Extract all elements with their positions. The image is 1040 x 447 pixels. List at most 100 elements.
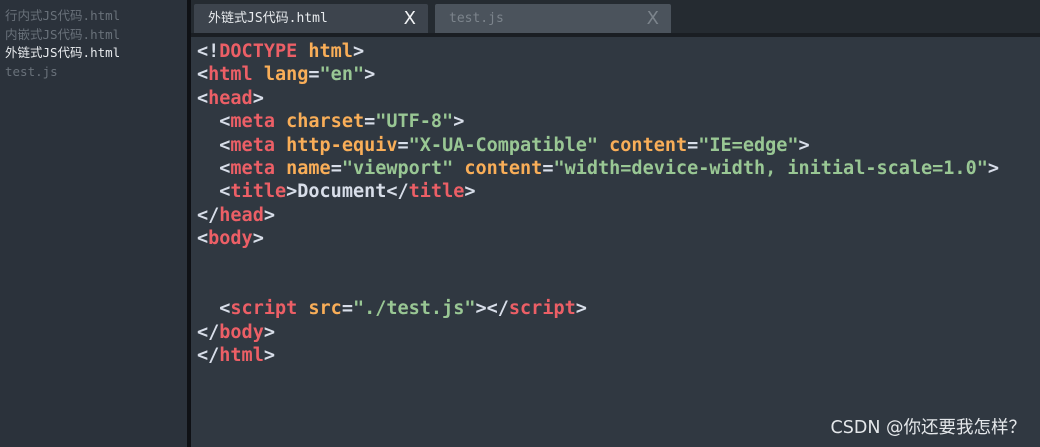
close-icon[interactable]: X (647, 4, 659, 33)
code-token: < (197, 87, 209, 109)
sidebar-file-item[interactable]: test.js (5, 63, 120, 82)
code-token: "UTF-8" (375, 111, 454, 133)
file-list: 行内式JS代码.html 内嵌式JS代码.html 外链式JS代码.html t… (5, 7, 120, 81)
code-line: <meta charset="UTF-8"> (197, 110, 999, 133)
code-token: < (197, 298, 231, 320)
code-line: </head> (197, 204, 999, 227)
code-token: = (397, 134, 409, 156)
code-token: > (798, 134, 810, 156)
code-token: content (609, 134, 688, 156)
code-token: < (197, 157, 231, 179)
code-token: = (687, 134, 699, 156)
code-token: = (341, 298, 353, 320)
code-token: "viewport" (341, 157, 454, 179)
tab-bar: 外链式JS代码.html X test.js X (191, 0, 1040, 33)
code-token: script (508, 298, 576, 320)
tab-test-js[interactable]: test.js X (435, 4, 671, 33)
code-token: title (408, 181, 465, 203)
sidebar-file-item[interactable]: 内嵌式JS代码.html (5, 26, 120, 45)
code-line: <!DOCTYPE html> (197, 40, 999, 63)
code-line: </html> (197, 344, 999, 367)
code-token: DOCTYPE (219, 41, 298, 62)
code-token: > (252, 228, 264, 250)
code-token: "X-UA-Compatible" (408, 134, 599, 156)
code-token: > (352, 41, 365, 62)
code-token: > (263, 345, 275, 367)
code-token: <! (197, 41, 220, 62)
code-token: < (197, 228, 209, 250)
code-token: < (197, 64, 209, 86)
code-token: > (263, 204, 275, 226)
code-token: </ (386, 181, 409, 203)
code-token: http-equiv (286, 134, 398, 156)
watermark: CSDN @你还要我怎样？ (830, 418, 1026, 438)
code-token: body (219, 321, 264, 343)
code-token: = (364, 111, 376, 133)
code-token: name (286, 157, 331, 179)
code-token: = (308, 64, 320, 86)
code-token: > (464, 181, 476, 203)
sidebar-divider[interactable] (187, 0, 191, 447)
code-editor[interactable]: <!DOCTYPE html> <html lang="en"> <head> <m… (197, 40, 999, 367)
code-line: <meta name="viewport" content="width=dev… (197, 157, 999, 180)
code-token: ></ (475, 298, 509, 320)
code-token: meta (230, 134, 275, 156)
code-token: "width=device-width, initial-scale=1.0" (553, 157, 988, 179)
code-token: > (364, 64, 376, 86)
code-token: = (330, 157, 342, 179)
code-token: head (219, 204, 264, 226)
tab-label: test.js (449, 11, 504, 26)
tab-label: 外链式JS代码.html (208, 11, 328, 26)
code-token: </ (197, 345, 220, 367)
code-line: <head> (197, 87, 999, 110)
code-line: <html lang="en"> (197, 63, 999, 86)
code-token: > (252, 87, 264, 109)
sidebar: 行内式JS代码.html 内嵌式JS代码.html 外链式JS代码.html t… (0, 0, 187, 447)
code-line: <body> (197, 227, 999, 250)
code-token: charset (286, 111, 365, 133)
code-token: > (286, 181, 298, 203)
code-token: > (263, 321, 275, 343)
tab-underline (191, 33, 1040, 37)
code-token: meta (230, 157, 275, 179)
code-token: </ (197, 204, 220, 226)
code-line: <script src="./test.js"></script> (197, 297, 999, 320)
code-token: < (197, 181, 231, 203)
code-token: > (987, 157, 999, 179)
code-token: < (197, 111, 231, 133)
code-token: title (230, 181, 287, 203)
sidebar-file-item-active[interactable]: 外链式JS代码.html (5, 44, 120, 63)
code-token: body (208, 228, 253, 250)
code-line: <title>Document</title> (197, 180, 999, 203)
code-token: "en" (319, 64, 365, 86)
code-token: "IE=edge" (698, 134, 799, 156)
code-token: Document (297, 181, 387, 203)
code-token: content (464, 157, 543, 179)
close-icon[interactable]: X (404, 4, 416, 33)
code-token: script (230, 298, 298, 320)
code-token: = (542, 157, 554, 179)
sidebar-file-item[interactable]: 行内式JS代码.html (5, 7, 120, 26)
code-token: html (219, 345, 264, 367)
code-token: > (575, 298, 587, 320)
code-token: </ (197, 321, 220, 343)
code-token: < (197, 134, 231, 156)
code-line: </body> (197, 321, 999, 344)
tab-active-file[interactable]: 外链式JS代码.html X (194, 4, 428, 33)
code-token: meta (230, 111, 275, 133)
code-line: <meta http-equiv="X-UA-Compatible" conte… (197, 134, 999, 157)
code-token: > (453, 111, 465, 133)
code-token: "./test.js" (352, 298, 476, 320)
code-token: html (208, 64, 253, 86)
code-token: head (208, 87, 253, 109)
code-token: html (308, 41, 353, 62)
